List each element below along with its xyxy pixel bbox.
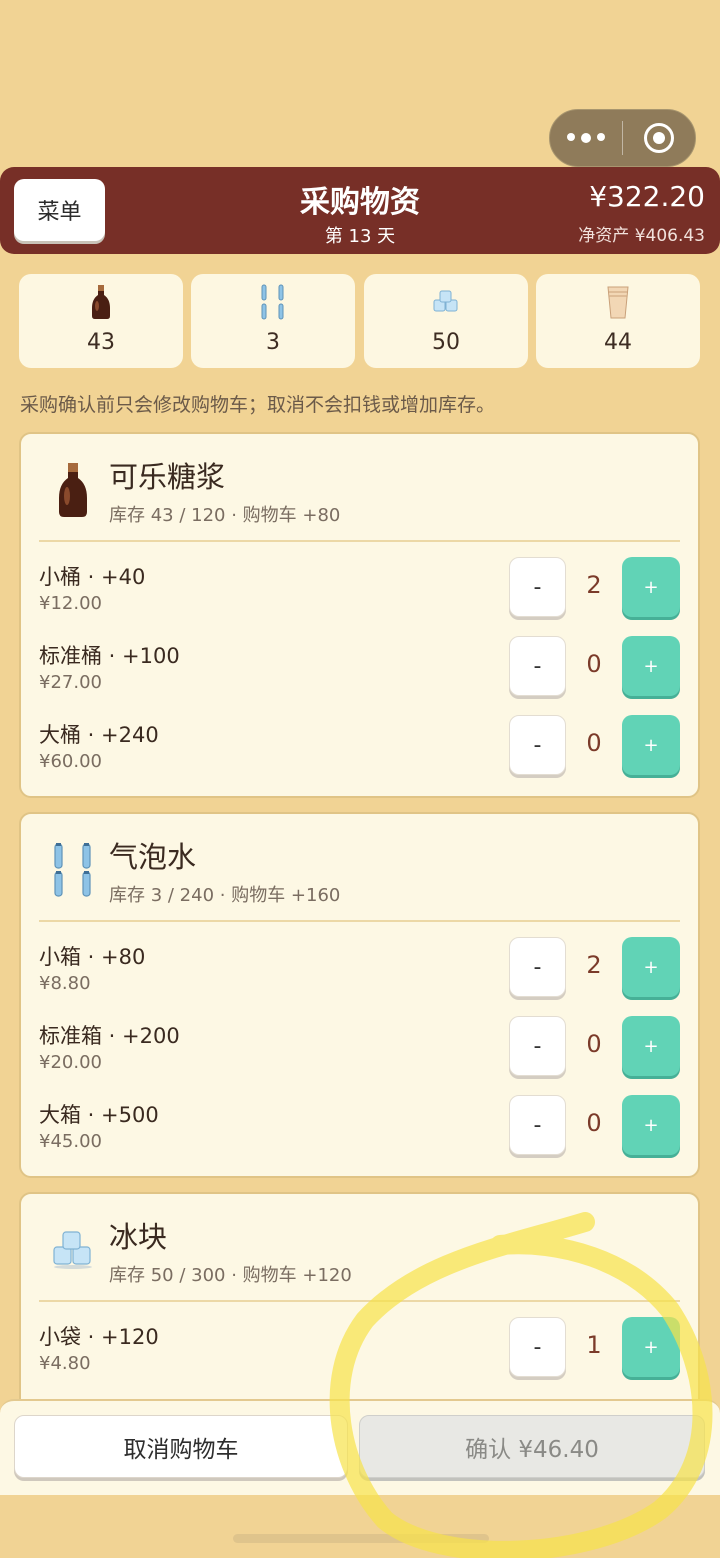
inventory-count: 44 [604, 330, 632, 355]
inventory-count: 3 [266, 330, 280, 355]
confirm-purchase-button[interactable]: 确认 ¥46.40 [359, 1415, 705, 1478]
supply-stock: 库存 50 / 300 · 购物车 +120 [109, 1265, 352, 1286]
supply-card-syrup: 可乐糖浆 库存 43 / 120 · 购物车 +80 小桶 · +40 ¥12.… [19, 432, 700, 798]
notice-text: 采购确认前只会修改购物车；取消不会扣钱或增加库存。 [20, 394, 496, 416]
supply-stock: 库存 3 / 240 · 购物车 +160 [109, 885, 341, 906]
option-price: ¥20.00 [39, 1052, 102, 1073]
header-bar: 菜单 采购物资 第 13 天 ¥322.20 净资产 ¥406.43 [0, 167, 720, 254]
supply-name: 气泡水 [109, 840, 197, 874]
option-name: 小箱 · +80 [39, 945, 146, 969]
quantity-value: 0 [586, 729, 602, 757]
bottom-action-bar: 取消购物车 确认 ¥46.40 [0, 1399, 720, 1495]
option-price: ¥8.80 [39, 973, 91, 994]
purchase-option-row: 小桶 · +40 ¥12.00 - 2 + [21, 557, 698, 627]
increase-button[interactable]: + [622, 715, 680, 775]
quantity-value: 0 [586, 1109, 602, 1137]
home-indicator [233, 1534, 489, 1543]
quantity-value: 0 [586, 650, 602, 678]
ice-cubes-icon [45, 1218, 101, 1282]
option-name: 小袋 · +120 [39, 1325, 159, 1349]
decrease-button[interactable]: - [509, 1317, 566, 1377]
option-price: ¥60.00 [39, 751, 102, 772]
net-assets: 净资产 ¥406.43 [578, 226, 705, 246]
purchase-option-row: 小箱 · +80 ¥8.80 - 2 + [21, 937, 698, 1007]
decrease-button[interactable]: - [509, 636, 566, 696]
money-balance: ¥322.20 [589, 180, 705, 213]
syrup-bottle-icon [19, 284, 183, 320]
purchase-option-row: 小袋 · +120 ¥4.80 - 1 + [21, 1317, 698, 1387]
soda-bottles-icon [191, 284, 355, 320]
cancel-cart-button[interactable]: 取消购物车 [14, 1415, 348, 1478]
quantity-value: 0 [586, 1030, 602, 1058]
purchase-option-row: 大桶 · +240 ¥60.00 - 0 + [21, 715, 698, 785]
decrease-button[interactable]: - [509, 715, 566, 775]
option-name: 标准桶 · +100 [39, 644, 180, 668]
option-name: 大桶 · +240 [39, 723, 159, 747]
divider [39, 1300, 680, 1302]
purchase-option-row: 标准箱 · +200 ¥20.00 - 0 + [21, 1016, 698, 1086]
supply-stock: 库存 43 / 120 · 购物车 +80 [109, 505, 341, 526]
paper-cups-icon [536, 284, 700, 320]
inventory-count: 50 [432, 330, 460, 355]
soda-bottles-icon [45, 838, 101, 902]
increase-button[interactable]: + [622, 1016, 680, 1076]
inventory-count: 43 [87, 330, 115, 355]
option-price: ¥27.00 [39, 672, 102, 693]
increase-button[interactable]: + [622, 636, 680, 696]
decrease-button[interactable]: - [509, 937, 566, 997]
syrup-bottle-icon [45, 458, 101, 522]
option-name: 小桶 · +40 [39, 565, 146, 589]
supply-card-soda: 气泡水 库存 3 / 240 · 购物车 +160 小箱 · +80 ¥8.80… [19, 812, 700, 1178]
inventory-tile-ice: 50 [364, 274, 528, 368]
supply-name: 冰块 [109, 1220, 168, 1254]
inventory-tile-cups: 44 [536, 274, 700, 368]
option-name: 标准箱 · +200 [39, 1024, 180, 1048]
inventory-tile-soda: 3 [191, 274, 355, 368]
purchase-option-row: 标准桶 · +100 ¥27.00 - 0 + [21, 636, 698, 706]
increase-button[interactable]: + [622, 1317, 680, 1377]
supply-name: 可乐糖浆 [109, 460, 226, 494]
miniprogram-capsule [549, 109, 696, 167]
purchase-option-row: 大箱 · +500 ¥45.00 - 0 + [21, 1095, 698, 1165]
decrease-button[interactable]: - [509, 1095, 566, 1155]
increase-button[interactable]: + [622, 557, 680, 617]
more-options-icon[interactable] [550, 133, 622, 143]
quantity-value: 2 [586, 951, 602, 979]
option-price: ¥45.00 [39, 1131, 102, 1152]
close-miniprogram-icon[interactable] [623, 123, 695, 153]
divider [39, 540, 680, 542]
increase-button[interactable]: + [622, 1095, 680, 1155]
decrease-button[interactable]: - [509, 1016, 566, 1076]
inventory-tile-syrup: 43 [19, 274, 183, 368]
ice-cubes-icon [364, 284, 528, 320]
decrease-button[interactable]: - [509, 557, 566, 617]
increase-button[interactable]: + [622, 937, 680, 997]
divider [39, 920, 680, 922]
quantity-value: 2 [586, 571, 602, 599]
option-price: ¥12.00 [39, 593, 102, 614]
quantity-value: 1 [586, 1331, 602, 1359]
option-name: 大箱 · +500 [39, 1103, 159, 1127]
option-price: ¥4.80 [39, 1353, 91, 1374]
